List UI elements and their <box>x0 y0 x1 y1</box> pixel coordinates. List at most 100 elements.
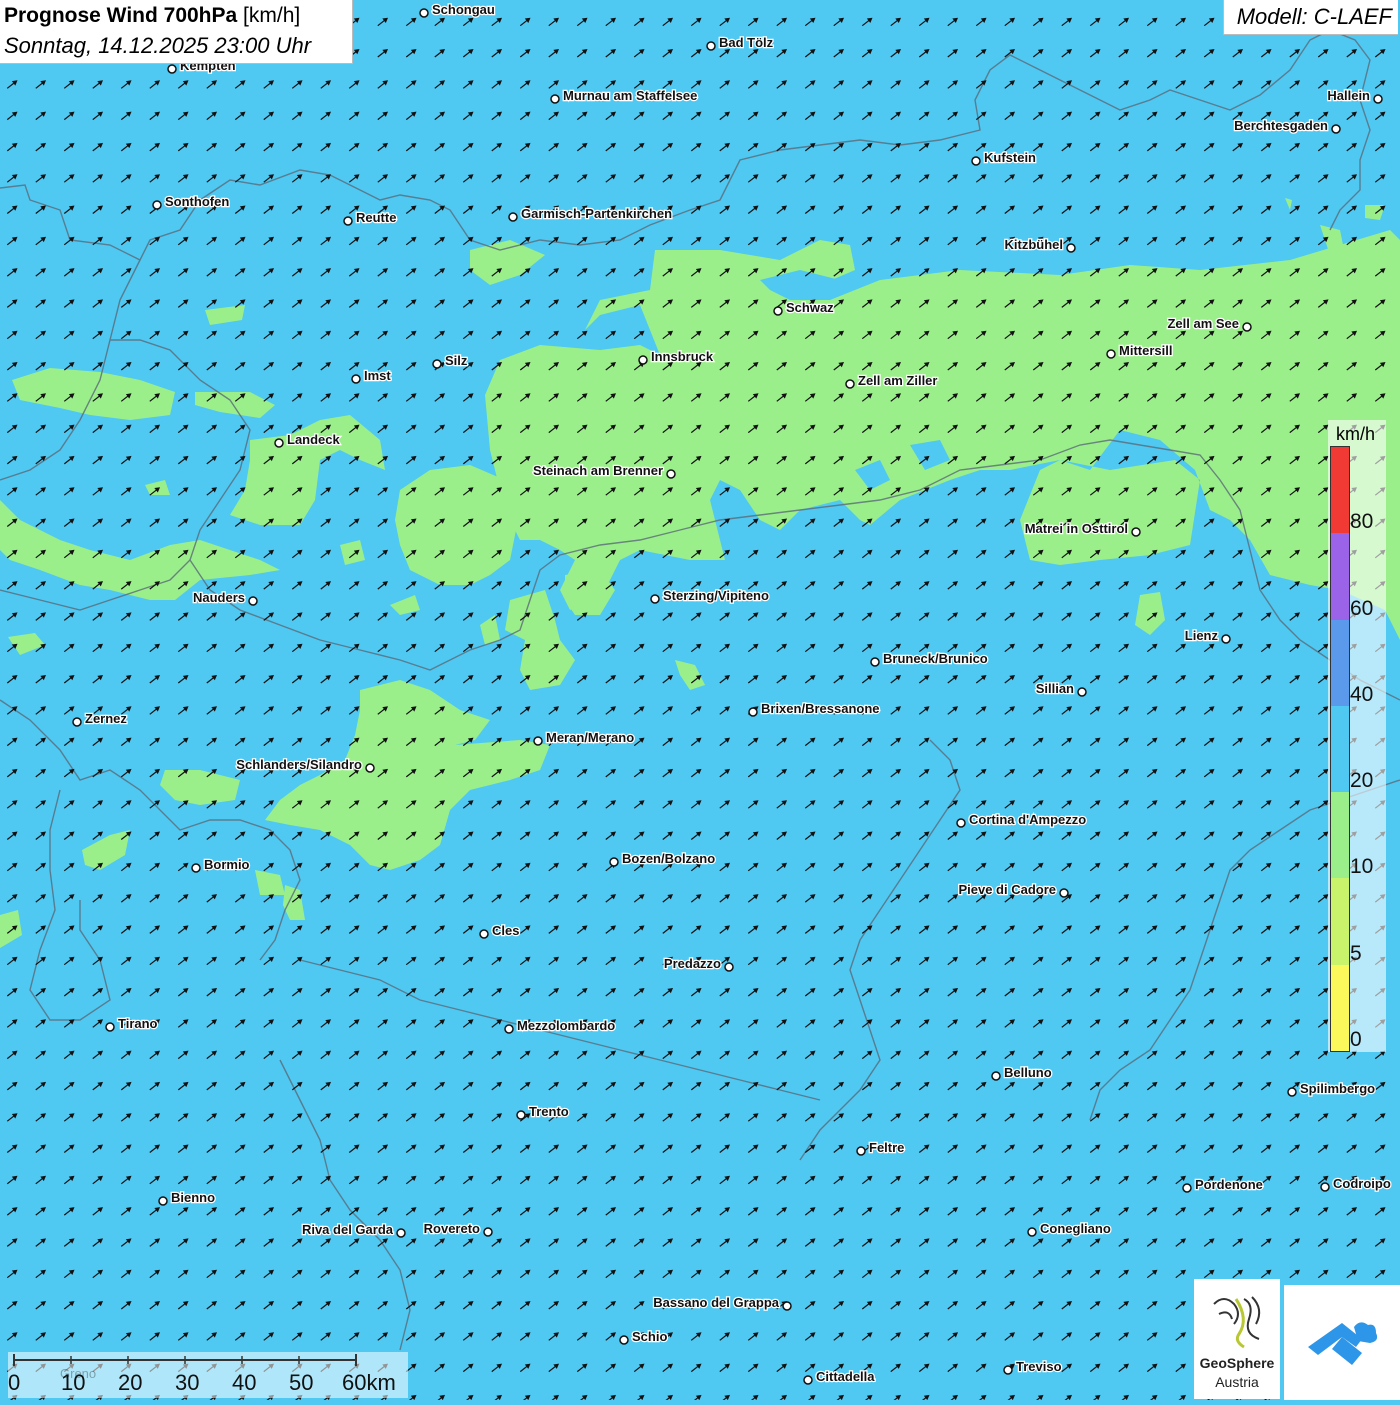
city-dot <box>619 1335 629 1345</box>
city-label: Mezzolombardo <box>517 1018 615 1033</box>
city-dot <box>773 306 783 316</box>
city-dot <box>666 469 676 479</box>
city-marker: Steinach am Brenner <box>532 462 676 479</box>
city-dot <box>782 1301 792 1311</box>
city-marker: Riva del Garda <box>301 1221 406 1238</box>
city-marker: Zell am See <box>1166 315 1252 332</box>
city-label: Kitzbühel <box>1005 237 1064 252</box>
city-label: Predazzo <box>664 956 721 971</box>
city-label: Bormio <box>204 857 250 872</box>
city-label: Cittadella <box>816 1369 875 1384</box>
city-label: Bienno <box>171 1190 215 1205</box>
city-label: Silz <box>445 353 468 368</box>
city-dot <box>1320 1182 1330 1192</box>
city-dot <box>1131 527 1141 537</box>
city-dot <box>72 717 82 727</box>
city-marker: Sonthofen <box>152 193 231 210</box>
city-dot <box>706 41 716 51</box>
city-dot <box>533 736 543 746</box>
city-label: Riva del Garda <box>302 1222 394 1237</box>
city-dot <box>1287 1087 1297 1097</box>
city-dot <box>1003 1365 1013 1375</box>
city-marker: Murnau am Staffelsee <box>550 87 699 104</box>
city-label: Reutte <box>356 210 396 225</box>
city-label: Steinach am Brenner <box>533 463 663 478</box>
cloud-arrow-icon <box>1308 1322 1378 1365</box>
city-label: Sterzing/Vipiteno <box>663 588 769 603</box>
city-label: Schio <box>632 1329 667 1344</box>
app-logo[interactable] <box>1284 1285 1400 1400</box>
city-label: Sonthofen <box>165 194 229 209</box>
city-label: Sillian <box>1036 681 1074 696</box>
city-label: Treviso <box>1016 1359 1062 1374</box>
city-label: Berchtesgaden <box>1234 118 1328 133</box>
city-label: Bruneck/Brunico <box>883 651 988 666</box>
legend-segment <box>1331 878 1349 965</box>
wind-map: SchongauBad TölzKemptenMurnau am Staffel… <box>0 0 1400 1400</box>
legend-tick-label: 0 <box>1350 1028 1362 1051</box>
scale-label: 50 <box>289 1370 314 1395</box>
legend-segment <box>1331 533 1349 620</box>
city-label: Garmisch-Partenkirchen <box>521 206 672 221</box>
scale-label: 40 <box>232 1370 257 1395</box>
city-dot <box>483 1227 493 1237</box>
forecast-datetime: Sonntag, 14.12.2025 23:00 Uhr <box>4 33 312 58</box>
geosphere-logo[interactable]: GeoSphere Austria <box>1194 1279 1280 1399</box>
city-label: Matrei in Osttirol <box>1025 521 1128 536</box>
city-marker: Sterzing/Vipiteno <box>650 587 770 604</box>
city-dot <box>1242 322 1252 332</box>
city-dot <box>971 156 981 166</box>
city-label: Schlanders/Silandro <box>236 757 362 772</box>
scale-label: 30 <box>175 1370 200 1395</box>
city-label: Landeck <box>287 432 341 447</box>
city-marker: Cortina d'Ampezzo <box>956 811 1088 828</box>
city-label: Trento <box>529 1104 569 1119</box>
legend-tick-label: 40 <box>1350 682 1374 706</box>
city-dot <box>748 707 758 717</box>
city-marker: Bozen/Bolzano <box>609 850 716 867</box>
city-label: Nauders <box>193 590 245 605</box>
city-dot <box>650 594 660 604</box>
legend-segment <box>1331 792 1349 879</box>
legend-segment <box>1331 619 1349 706</box>
city-label: Spilimbergo <box>1300 1081 1375 1096</box>
city-dot <box>351 374 361 384</box>
city-marker: Bassano del Grappa <box>652 1294 792 1311</box>
scale-label: 0 <box>8 1370 21 1395</box>
city-dot <box>365 763 375 773</box>
city-dot <box>550 94 560 104</box>
city-label: Pordenone <box>1195 1177 1263 1192</box>
city-dot <box>803 1375 813 1385</box>
city-label: Cles <box>492 923 519 938</box>
city-label: Bozen/Bolzano <box>622 851 715 866</box>
city-marker: Schlanders/Silandro <box>235 756 375 773</box>
title-box: Prognose Wind 700hPa [km/h] Sonntag, 14.… <box>0 0 353 64</box>
city-marker: Zell am Ziller <box>845 372 939 389</box>
city-dot <box>508 212 518 222</box>
city-dot <box>609 857 619 867</box>
city-label: Zell am Ziller <box>858 373 937 388</box>
city-dot <box>191 863 201 873</box>
city-dot <box>724 962 734 972</box>
city-label: Tirano <box>118 1016 158 1031</box>
city-label: Codroipo <box>1333 1176 1391 1191</box>
city-dot <box>432 359 442 369</box>
city-dot <box>870 657 880 667</box>
city-label: Rovereto <box>424 1221 480 1236</box>
city-dot <box>1331 124 1341 134</box>
city-dot <box>105 1022 115 1032</box>
city-label: Lienz <box>1185 628 1219 643</box>
city-marker: Brixen/Bressanone <box>748 700 881 717</box>
city-dot <box>504 1024 514 1034</box>
legend-tick-label: 80 <box>1350 510 1374 534</box>
city-label: Brixen/Bressanone <box>761 701 880 716</box>
legend-tick-label: 60 <box>1350 596 1374 620</box>
city-marker: Spilimbergo <box>1287 1080 1376 1097</box>
city-dot <box>1077 687 1087 697</box>
city-label: Bassano del Grappa <box>653 1295 779 1310</box>
city-label: Schongau <box>432 2 495 17</box>
city-dot <box>248 596 258 606</box>
city-dot <box>856 1146 866 1156</box>
city-label: Zell am See <box>1167 316 1239 331</box>
legend-tick-label: 5 <box>1350 941 1362 965</box>
